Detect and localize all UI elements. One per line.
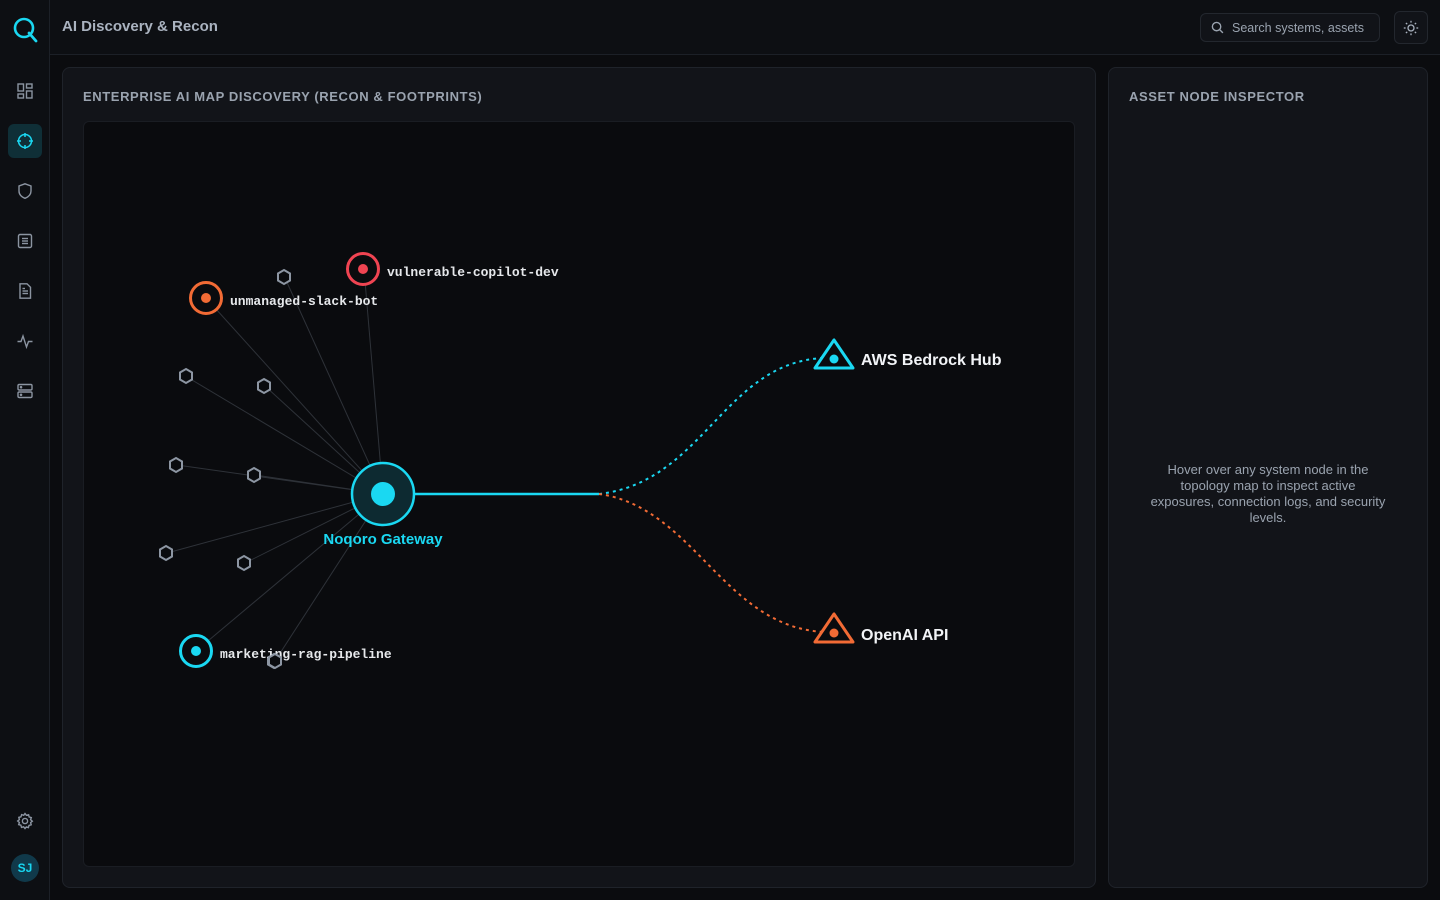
nav-reports[interactable] bbox=[8, 274, 42, 308]
avatar[interactable]: SJ bbox=[11, 854, 39, 882]
nav-security[interactable] bbox=[8, 174, 42, 208]
server-icon bbox=[17, 383, 33, 399]
map-panel: ENTERPRISE AI MAP DISCOVERY (RECON & FOO… bbox=[62, 67, 1096, 888]
asset-node[interactable] bbox=[277, 268, 291, 286]
page-title: AI Discovery & Recon bbox=[62, 18, 218, 35]
logo-icon bbox=[13, 17, 38, 43]
link-openai bbox=[598, 493, 825, 633]
asset-node[interactable] bbox=[237, 554, 251, 572]
topology-canvas: vulnerable-copilot-dev unmanaged-slack-b… bbox=[159, 252, 1002, 670]
sun-icon bbox=[1403, 20, 1419, 35]
node-vulnerable-copilot-dev[interactable]: vulnerable-copilot-dev bbox=[346, 252, 559, 286]
node-marketing-rag-pipeline[interactable]: marketing-rag-pipeline bbox=[179, 634, 392, 668]
asset-node[interactable] bbox=[247, 466, 261, 484]
sidebar: SJ bbox=[0, 0, 50, 900]
document-icon bbox=[19, 283, 32, 299]
settings-button[interactable] bbox=[8, 804, 42, 838]
gateway-label: Noqoro Gateway bbox=[323, 531, 443, 548]
node-label: vulnerable-copilot-dev bbox=[387, 265, 559, 280]
asset-node[interactable] bbox=[179, 367, 193, 385]
theme-toggle-button[interactable] bbox=[1394, 11, 1428, 44]
activity-icon bbox=[17, 333, 33, 350]
grid-icon bbox=[17, 83, 33, 99]
search-icon bbox=[1211, 21, 1224, 34]
crosshair-icon bbox=[17, 133, 33, 149]
asset-node[interactable] bbox=[257, 377, 271, 395]
link-aws-bedrock bbox=[598, 357, 825, 495]
nav-discovery[interactable] bbox=[8, 124, 42, 158]
search-box[interactable] bbox=[1200, 13, 1380, 42]
list-icon bbox=[17, 233, 33, 249]
asset-node[interactable] bbox=[268, 652, 282, 670]
node-aws-bedrock-hub[interactable]: AWS Bedrock Hub bbox=[813, 338, 1002, 370]
shield-icon bbox=[18, 183, 32, 200]
gateway-links bbox=[166, 268, 384, 662]
asset-node[interactable] bbox=[169, 456, 183, 474]
map-panel-title: ENTERPRISE AI MAP DISCOVERY (RECON & FOO… bbox=[83, 89, 483, 104]
inspector-panel: ASSET NODE INSPECTOR Hover over any syst… bbox=[1108, 67, 1428, 888]
provider-label: AWS Bedrock Hub bbox=[861, 352, 1002, 369]
asset-node[interactable] bbox=[159, 544, 173, 562]
top-bar: AI Discovery & Recon bbox=[50, 0, 1440, 55]
inspector-hint: Hover over any system node in the topolo… bbox=[1150, 462, 1386, 525]
provider-label: OpenAI API bbox=[861, 627, 948, 644]
search-input[interactable] bbox=[1232, 20, 1372, 35]
topology-map[interactable]: vulnerable-copilot-dev unmanaged-slack-b… bbox=[83, 121, 1075, 867]
node-unmanaged-slack-bot[interactable]: unmanaged-slack-bot bbox=[189, 281, 379, 315]
inspector-title: ASSET NODE INSPECTOR bbox=[1129, 89, 1305, 104]
node-label: marketing-rag-pipeline bbox=[220, 647, 392, 662]
nav-logs[interactable] bbox=[8, 224, 42, 258]
nav-servers[interactable] bbox=[8, 374, 42, 408]
node-label: unmanaged-slack-bot bbox=[230, 294, 378, 309]
nav-activity[interactable] bbox=[8, 324, 42, 358]
node-openai-api[interactable]: OpenAI API bbox=[813, 612, 948, 644]
nav-dashboard[interactable] bbox=[8, 74, 42, 108]
gear-icon bbox=[16, 812, 34, 830]
